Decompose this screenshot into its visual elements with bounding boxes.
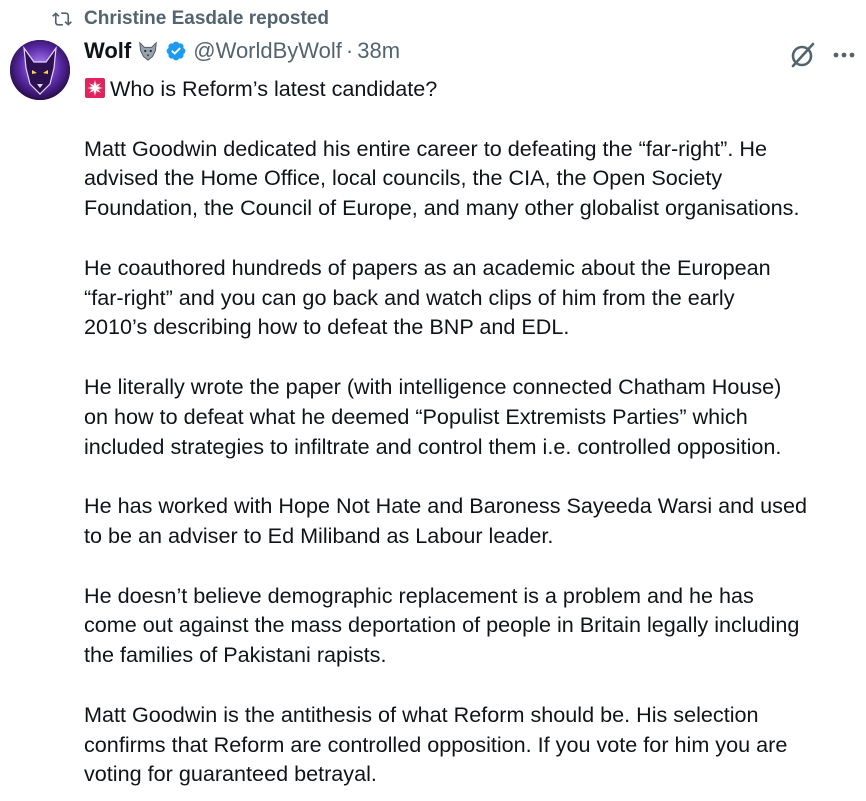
repost-context[interactable]: Christine Easdale reposted <box>52 8 329 30</box>
tweet-paragraph: He literally wrote the paper (with intel… <box>84 372 862 461</box>
tweet-line: advised the Home Office, local councils,… <box>84 165 723 191</box>
verified-badge-icon[interactable] <box>165 40 187 62</box>
tweet-line: confirms that Reform are controlled oppo… <box>84 731 788 757</box>
tweet-line: Foundation, the Council of Europe, and m… <box>84 195 800 221</box>
tweet-line: He literally wrote the paper (with intel… <box>84 373 782 399</box>
tweet-line: voting for guaranteed betrayal. <box>84 761 377 787</box>
author-name[interactable]: Wolf <box>84 38 131 64</box>
tweet-paragraph: Matt Goodwin dedicated his entire career… <box>84 134 862 223</box>
tweet-line: included strategies to infiltrate and co… <box>84 433 782 459</box>
tweet-header: Wolf @WorldByWolf · 38m <box>84 38 400 64</box>
tweet-paragraph: He has worked with Hope Not Hate and Bar… <box>84 491 862 551</box>
repost-text: Christine Easdale reposted <box>84 8 329 29</box>
tweet-line: come out against the mass deportation of… <box>84 612 800 638</box>
tweet-line: on how to defeat what he deemed “Populis… <box>84 403 748 429</box>
tweet-line: 2010’s describing how to defeat the BNP … <box>84 314 570 340</box>
tweet-paragraph: He doesn’t believe demographic replaceme… <box>84 581 862 670</box>
headline-text: Who is Reform’s latest candidate? <box>110 76 438 101</box>
tweet[interactable]: Christine Easdale reposted Wolf @WorldBy… <box>0 0 866 801</box>
more-icon[interactable] <box>830 44 858 66</box>
header-separator: · <box>345 38 354 63</box>
tweet-line: to be an adviser to Ed Miliband as Labou… <box>84 522 554 548</box>
tweet-headline: Who is Reform’s latest candidate? <box>84 74 862 104</box>
tweet-paragraphs: Matt Goodwin dedicated his entire career… <box>84 104 862 789</box>
wolf-emoji-icon <box>139 41 158 61</box>
avatar[interactable] <box>10 40 70 100</box>
tweet-line: He coauthored hundreds of papers as an a… <box>84 254 771 280</box>
tweet-text: Who is Reform’s latest candidate? Matt G… <box>84 74 862 789</box>
author-handle[interactable]: @WorldByWolf <box>193 38 342 64</box>
siren-emoji-icon <box>85 78 105 98</box>
tweet-paragraph: Matt Goodwin is the antithesis of what R… <box>84 700 862 789</box>
wolf-avatar-image <box>10 40 70 100</box>
repost-icon <box>52 12 72 26</box>
tweet-line: He has worked with Hope Not Hate and Bar… <box>84 493 807 519</box>
tweet-line: Matt Goodwin is the antithesis of what R… <box>84 701 759 727</box>
tweet-line: Matt Goodwin dedicated his entire career… <box>84 135 767 161</box>
timestamp[interactable]: 38m <box>357 38 400 64</box>
tweet-line: “far-right” and you can go back and watc… <box>84 284 735 310</box>
tweet-paragraph: He coauthored hundreds of papers as an a… <box>84 253 862 342</box>
grok-icon[interactable] <box>788 40 818 70</box>
tweet-line: the families of Pakistani rapists. <box>84 642 387 668</box>
tweet-line: He doesn’t believe demographic replaceme… <box>84 582 754 608</box>
